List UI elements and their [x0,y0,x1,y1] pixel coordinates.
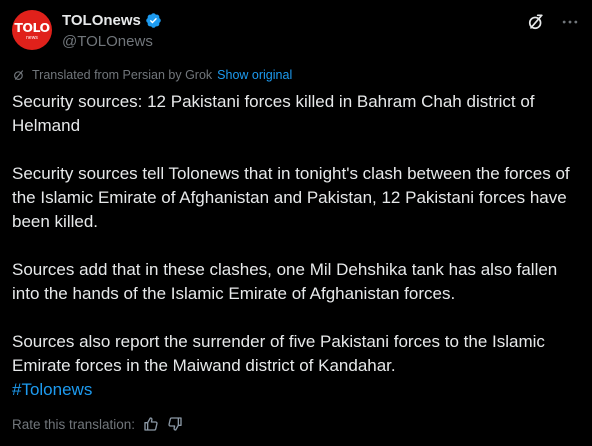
avatar[interactable]: TOLO news [12,10,52,50]
display-name-row: TOLOnews [62,10,162,30]
tweet-paragraph: Sources also report the surrender of fiv… [12,332,545,375]
translate-icon [14,70,24,80]
hashtag-link[interactable]: #Tolonews [12,378,580,402]
tweet-header: TOLO news TOLOnews @TOLOnews [12,8,582,56]
verified-badge-icon [146,12,161,28]
rate-translation: Rate this translation: [12,414,183,434]
thumbs-down-icon[interactable] [167,416,183,432]
tweet-paragraph: Sources add that in these clashes, one M… [12,260,558,303]
tweet-text: Security sources: 12 Pakistani forces ki… [12,90,580,402]
translation-label: Translated from Persian by Grok [32,68,213,82]
more-options-icon[interactable] [560,12,580,32]
avatar-logo-text: TOLO [14,20,50,35]
show-original-link[interactable]: Show original [217,68,292,82]
avatar-logo-subtext: news [26,35,38,41]
rate-label: Rate this translation: [12,416,136,432]
grok-icon[interactable] [526,12,546,32]
display-name[interactable]: TOLOnews [62,12,141,29]
tweet-paragraph: Security sources: 12 Pakistani forces ki… [12,92,535,135]
tweet-paragraph: Security sources tell Tolonews that in t… [12,164,570,231]
account-names: TOLOnews @TOLOnews [62,10,162,50]
account-handle[interactable]: @TOLOnews [62,33,162,50]
translation-notice: Translated from Persian by Grok Show ori… [12,67,292,83]
thumbs-up-icon[interactable] [143,416,159,432]
